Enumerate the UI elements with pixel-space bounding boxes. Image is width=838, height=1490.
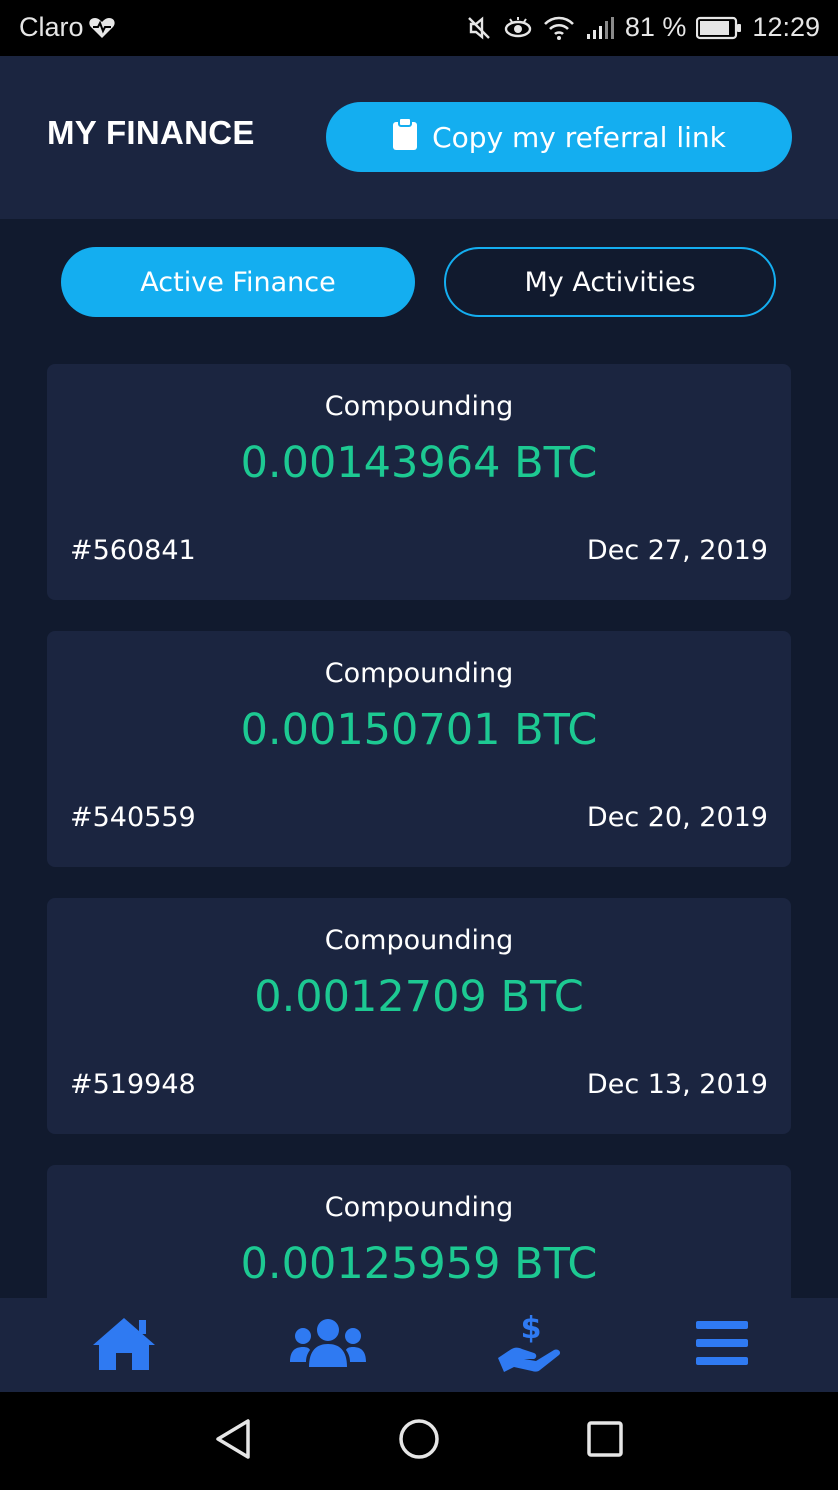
recents-square-icon [586,1420,624,1462]
finance-id: #519948 [70,1069,196,1100]
finance-amount: 0.00143964 BTC [240,438,598,488]
finance-type: Compounding [324,391,514,422]
home-icon [89,1314,159,1376]
bottom-navigation: $ [0,1298,838,1392]
finance-card[interactable]: Compounding 0.0012709 BTC #519948 Dec 13… [47,898,791,1134]
finance-date: Dec 13, 2019 [586,1069,768,1100]
finance-hand-dollar-icon: $ [496,1311,564,1378]
finance-date: Dec 20, 2019 [586,802,768,833]
home-circle-icon [398,1418,440,1464]
tab-active-finance[interactable]: Active Finance [61,247,415,317]
finance-card[interactable]: Compounding 0.00150701 BTC #540559 Dec 2… [47,631,791,867]
app-screen: Claro 81 % 12:29 MY FINANCE Copy my refe… [0,0,838,1490]
finance-amount: 0.0012709 BTC [254,972,584,1022]
finance-type: Compounding [324,925,514,956]
finance-card[interactable]: Compounding 0.00143964 BTC #560841 Dec 2… [47,364,791,600]
finance-amount: 0.00150701 BTC [240,705,598,755]
system-recents-button[interactable] [580,1416,630,1466]
nav-finance-button[interactable]: $ [490,1311,570,1378]
menu-icon [694,1318,750,1372]
finance-id: #560841 [70,535,196,566]
carrier-name: Claro [19,12,84,42]
battery-icon [696,16,742,40]
app-header: MY FINANCE Copy my referral link [0,56,838,219]
system-navigation-bar [0,1392,838,1490]
tab-my-activities[interactable]: My Activities [444,247,776,317]
page-title: MY FINANCE [47,114,255,151]
finance-type: Compounding [324,1192,514,1223]
status-bar: Claro 81 % 12:29 [0,0,838,56]
eye-comfort-icon [503,16,533,40]
health-heart-icon [88,16,116,40]
system-back-button[interactable] [208,1416,258,1466]
clock-time: 12:29 [752,12,820,42]
svg-text:$: $ [521,1312,542,1346]
battery-percent: 81 % [624,12,687,42]
back-triangle-icon [213,1418,253,1464]
nav-home-button[interactable] [84,1312,164,1378]
clipboard-icon [392,116,418,158]
copy-referral-link-label: Copy my referral link [432,120,726,154]
copy-referral-link-button[interactable]: Copy my referral link [326,102,792,172]
nav-team-button[interactable] [288,1312,368,1378]
signal-icon [585,16,615,40]
users-icon [289,1315,367,1375]
finance-id: #540559 [70,802,196,833]
finance-amount: 0.00125959 BTC [240,1239,598,1289]
system-home-button[interactable] [394,1416,444,1466]
wifi-icon [543,15,575,41]
status-left: Claro [19,12,116,43]
nav-menu-button[interactable] [682,1312,762,1378]
finance-date: Dec 27, 2019 [586,535,768,566]
status-right: 81 % 12:29 [465,12,820,43]
mute-icon [465,14,493,42]
finance-type: Compounding [324,658,514,689]
